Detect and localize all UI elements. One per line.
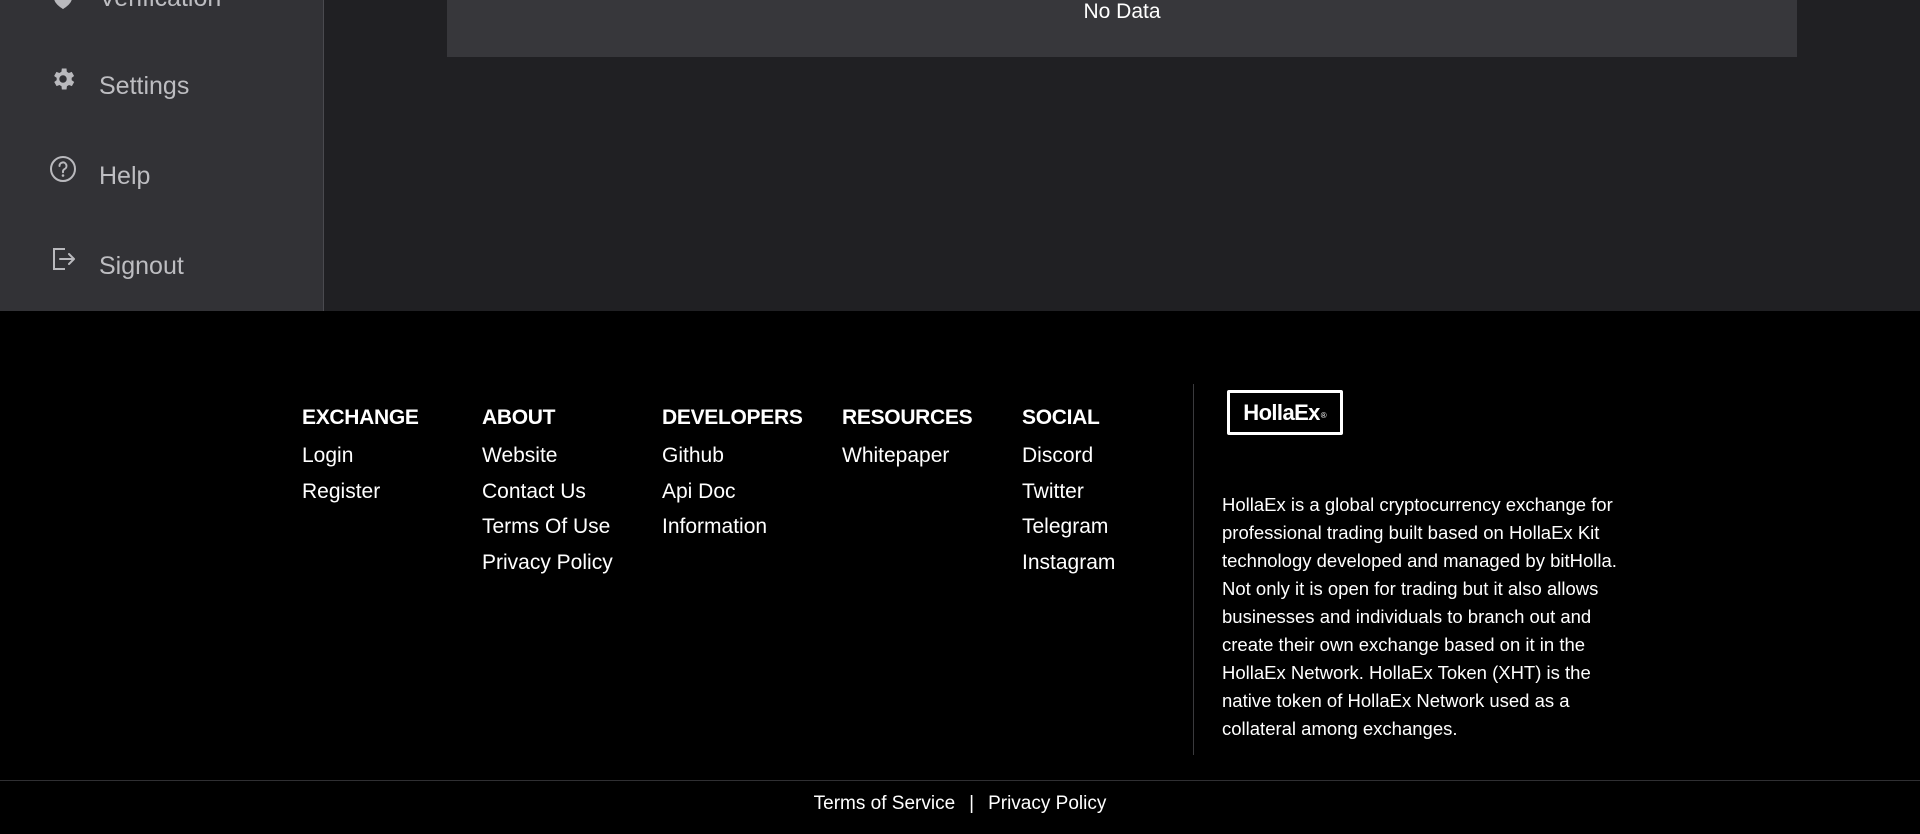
signout-icon	[48, 244, 78, 274]
footer-column-social: SOCIAL Discord Twitter Telegram Instagra…	[1022, 405, 1192, 585]
sidebar-item-label: Settings	[99, 71, 190, 100]
footer-link-information[interactable]: Information	[662, 514, 832, 550]
footer-link-website[interactable]: Website	[482, 443, 652, 479]
footer-column-developers: DEVELOPERS Github Api Doc Information	[662, 405, 832, 550]
footer-column-heading: SOCIAL	[1022, 406, 1100, 429]
footer-column-about: ABOUT Website Contact Us Terms Of Use Pr…	[482, 405, 652, 585]
gear-icon	[48, 64, 78, 94]
footer-link-login[interactable]: Login	[302, 443, 472, 479]
footer-link-register[interactable]: Register	[302, 479, 472, 515]
sidebar-item-label: Help	[99, 161, 151, 190]
footer-link-contact-us[interactable]: Contact Us	[482, 479, 652, 515]
exchange-description: HollaEx is a global cryptocurrency excha…	[1222, 494, 1617, 739]
main-area: Verification Settings	[0, 0, 1920, 311]
footer-link-whitepaper[interactable]: Whitepaper	[842, 443, 1012, 479]
app-root: Verification Settings	[0, 0, 1920, 834]
footer-link-discord[interactable]: Discord	[1022, 443, 1192, 479]
footer-link-instagram[interactable]: Instagram	[1022, 550, 1192, 586]
footer-link-twitter[interactable]: Twitter	[1022, 479, 1192, 515]
privacy-policy-link[interactable]: Privacy Policy	[988, 793, 1106, 815]
sidebar-item-label: Verification	[99, 0, 221, 13]
footer-column-heading: DEVELOPERS	[662, 406, 803, 429]
footer-link-terms-of-use[interactable]: Terms Of Use	[482, 514, 652, 550]
footer-legal-links: Terms of Service | Privacy Policy	[0, 789, 1920, 819]
logo-trademark: ®	[1320, 411, 1327, 420]
help-icon	[48, 154, 78, 184]
footer-horizontal-divider	[0, 780, 1920, 781]
footer-link-telegram[interactable]: Telegram	[1022, 514, 1192, 550]
sidebar-item-verification[interactable]: Verification	[0, 0, 322, 28]
sidebar: Verification Settings	[0, 0, 324, 311]
empty-data-panel: No Data	[447, 0, 1797, 57]
footer-column-heading: RESOURCES	[842, 406, 973, 429]
sidebar-item-label: Signout	[99, 251, 184, 280]
link-separator: |	[969, 793, 975, 814]
footer-vertical-divider	[1193, 384, 1194, 755]
empty-message: No Data	[1083, 0, 1161, 23]
hollaex-logo[interactable]: HollaEx ®	[1227, 390, 1343, 435]
footer-column-heading: EXCHANGE	[302, 406, 419, 429]
footer-column-heading: ABOUT	[482, 406, 556, 429]
footer-link-privacy-policy[interactable]: Privacy Policy	[482, 550, 652, 586]
footer-link-github[interactable]: Github	[662, 443, 832, 479]
footer: EXCHANGE Login Register ABOUT Website Co…	[0, 311, 1920, 834]
verification-icon	[48, 0, 78, 13]
terms-of-service-link[interactable]: Terms of Service	[814, 793, 955, 815]
sidebar-item-signout[interactable]: Signout	[0, 236, 322, 296]
footer-column-resources: RESOURCES Whitepaper	[842, 405, 1012, 479]
footer-column-exchange: EXCHANGE Login Register	[302, 405, 472, 514]
sidebar-item-settings[interactable]: Settings	[0, 56, 322, 116]
logo-text: HollaEx	[1243, 399, 1320, 425]
sidebar-item-help[interactable]: Help	[0, 146, 322, 206]
footer-link-api-doc[interactable]: Api Doc	[662, 479, 832, 515]
